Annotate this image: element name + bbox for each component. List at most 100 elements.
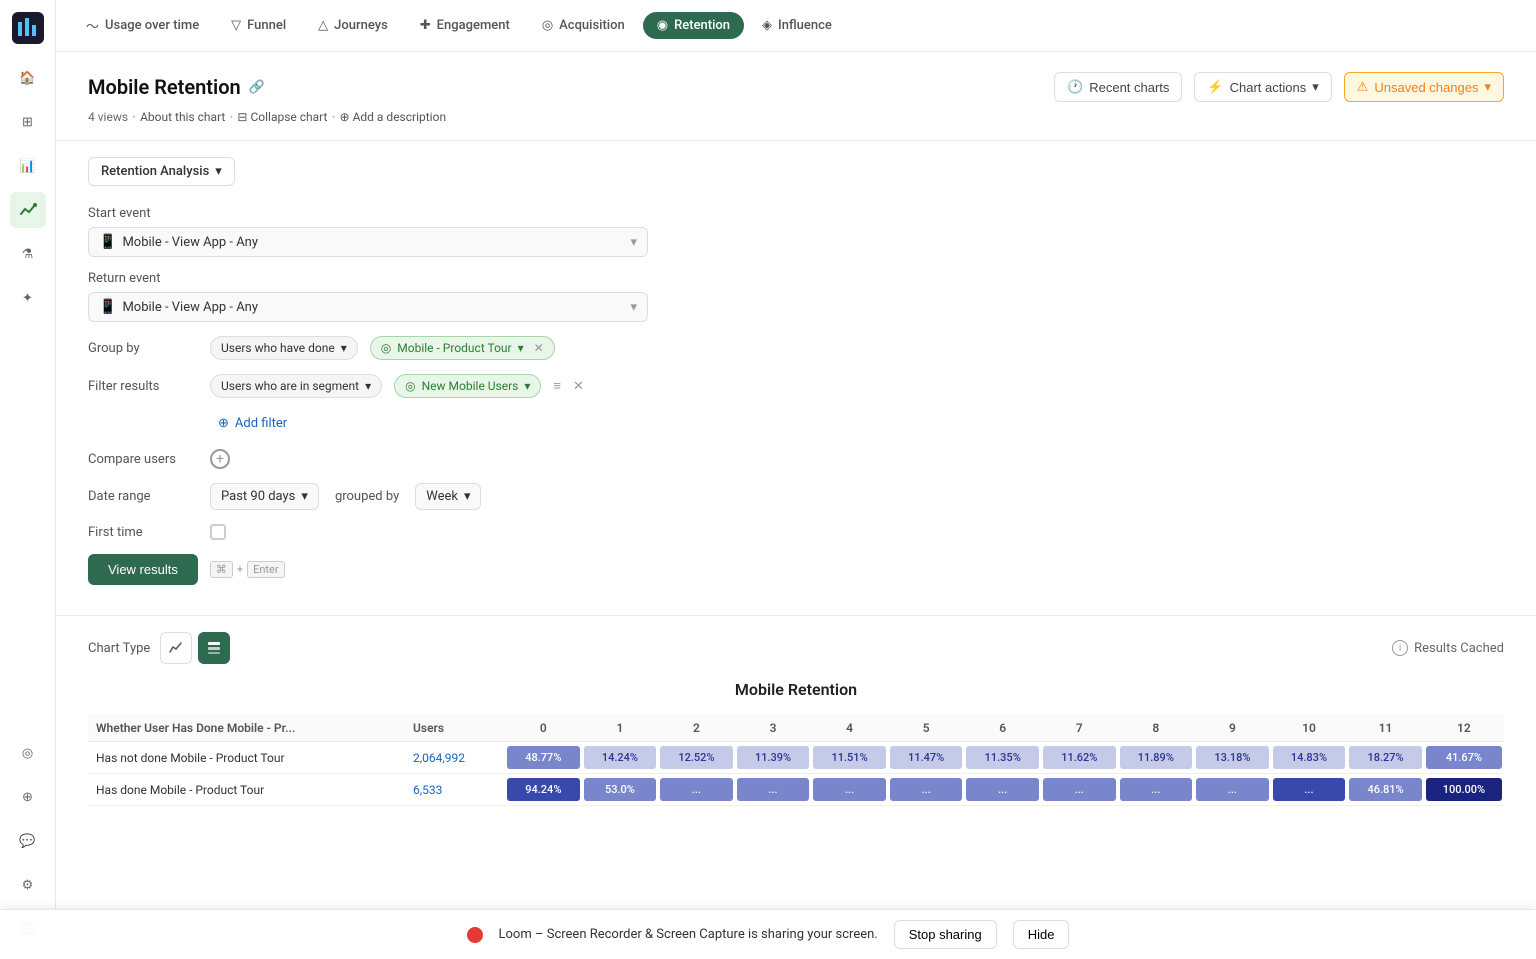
compare-users-add[interactable]: + — [210, 449, 230, 469]
col-header-4: 4 — [811, 715, 888, 742]
ret-cell: ... — [1043, 778, 1116, 801]
filter-results-close[interactable]: ✕ — [573, 379, 584, 394]
grouped-by-select[interactable]: Week ▾ — [415, 483, 481, 510]
tab-journeys[interactable]: △ Journeys — [304, 12, 402, 39]
group-by-tag[interactable]: ◎ Mobile - Product Tour ▾ ✕ — [370, 336, 555, 360]
kbd-cmd: ⌘ — [210, 561, 233, 578]
ret-cell: 13.18% — [1196, 746, 1269, 769]
tab-influence[interactable]: ◈ Influence — [748, 12, 846, 39]
ret-cell: ... — [890, 778, 963, 801]
chevron-down-icon: ▾ — [1312, 79, 1319, 95]
plus-circle-icon: ⊕ — [340, 110, 350, 124]
ret-cell: 48.77% — [507, 746, 580, 769]
sidebar-charts[interactable]: 📊 — [10, 148, 46, 184]
analysis-type-selector[interactable]: Retention Analysis ▾ — [88, 157, 235, 186]
cell-ret-0-11: 18.27% — [1347, 742, 1424, 774]
warning-icon: ⚠ — [1357, 79, 1369, 95]
filter-results-select[interactable]: Users who are in segment ▾ — [210, 374, 382, 398]
sidebar-nodes[interactable]: ✦ — [10, 280, 46, 316]
ret-cell: 11.51% — [813, 746, 886, 769]
date-range-label: Date range — [88, 489, 198, 504]
cell-ret-0-6: 11.35% — [964, 742, 1041, 774]
col-header-segment: Whether User Has Done Mobile - Pr... — [88, 715, 405, 742]
group-by-select[interactable]: Users who have done ▾ — [210, 336, 358, 360]
tab-engagement[interactable]: ✚ Engagement — [406, 12, 524, 39]
cell-ret-0-9: 13.18% — [1194, 742, 1271, 774]
filter-results-tag[interactable]: ◎ New Mobile Users ▾ — [394, 374, 541, 398]
sidebar-flask[interactable]: ⚗ — [10, 236, 46, 272]
group-by-label: Group by — [88, 341, 198, 356]
tab-usage-over-time[interactable]: 〜 Usage over time — [72, 10, 213, 41]
return-event-select-row: 📱 Mobile - View App - Any ▾ — [88, 292, 1504, 322]
ret-cell: 46.81% — [1349, 778, 1422, 801]
table-chart-button[interactable] — [198, 632, 230, 664]
clock-icon: 🕐 — [1067, 79, 1083, 95]
view-results-button[interactable]: View results — [88, 554, 198, 585]
page-title: Mobile Retention — [88, 75, 241, 99]
ret-cell: 53.0% — [584, 778, 657, 801]
start-event-select[interactable]: 📱 Mobile - View App - Any ▾ — [88, 227, 648, 257]
cell-users-0: 2,064,992 — [405, 742, 505, 774]
tab-funnel[interactable]: ▽ Funnel — [217, 12, 300, 39]
grouped-by-chevron: ▾ — [464, 489, 471, 504]
first-time-checkbox[interactable] — [210, 524, 226, 540]
influence-icon: ◈ — [762, 18, 772, 33]
col-header-8: 8 — [1118, 715, 1195, 742]
first-time-label: First time — [88, 525, 198, 540]
tab-retention[interactable]: ◉ Retention — [643, 12, 744, 39]
group-by-row: Group by Users who have done ▾ ◎ Mobile … — [88, 336, 1504, 360]
page-header: Mobile Retention 🔗 🕐 Recent charts ⚡ Cha… — [56, 52, 1536, 110]
loom-record-icon — [467, 927, 483, 943]
funnel-icon: ▽ — [231, 18, 241, 33]
filter-results-label: Filter results — [88, 379, 198, 394]
sidebar-activity[interactable]: ◎ — [10, 735, 46, 771]
col-header-5: 5 — [888, 715, 965, 742]
sidebar-messages[interactable]: 💬 — [10, 823, 46, 859]
ret-cell: 11.35% — [966, 746, 1039, 769]
ret-cell: 41.67% — [1426, 746, 1502, 769]
tab-acquisition[interactable]: ◎ Acquisition — [528, 12, 639, 39]
app-logo[interactable] — [12, 12, 44, 44]
cell-ret-1-8: ... — [1118, 774, 1195, 806]
link-icon[interactable]: 🔗 — [249, 80, 265, 95]
top-nav: 〜 Usage over time ▽ Funnel △ Journeys ✚ … — [56, 0, 1536, 52]
cell-ret-0-3: 11.39% — [735, 742, 812, 774]
results-header: Chart Type — [88, 632, 1504, 664]
cell-ret-1-12: 100.00% — [1424, 774, 1504, 806]
return-event-chevron: ▾ — [630, 300, 637, 315]
unsaved-changes-button[interactable]: ⚠ Unsaved changes ▾ — [1344, 72, 1504, 102]
page-area: Mobile Retention 🔗 🕐 Recent charts ⚡ Cha… — [56, 52, 1536, 959]
sidebar-database[interactable]: ⊕ — [10, 779, 46, 815]
col-header-1: 1 — [582, 715, 659, 742]
cell-ret-1-4: ... — [811, 774, 888, 806]
return-event-select[interactable]: 📱 Mobile - View App - Any ▾ — [88, 292, 648, 322]
sidebar-settings[interactable]: ⚙ — [10, 867, 46, 903]
filter-results-chevron: ▾ — [365, 379, 371, 393]
sidebar-home[interactable]: 🏠 — [10, 60, 46, 96]
cell-ret-1-2: ... — [658, 774, 735, 806]
date-range-select[interactable]: Past 90 days ▾ — [210, 483, 319, 510]
cell-ret-1-10: ... — [1271, 774, 1348, 806]
results-area: Chart Type — [56, 615, 1536, 822]
group-by-tag-chevron: ▾ — [518, 341, 524, 355]
recent-charts-button[interactable]: 🕐 Recent charts — [1054, 72, 1182, 102]
loom-hide-button[interactable]: Hide — [1013, 920, 1070, 949]
chart-actions-button[interactable]: ⚡ Chart actions ▾ — [1194, 72, 1331, 102]
collapse-chart-link[interactable]: ⊟ Collapse chart — [237, 110, 327, 124]
add-filter-button[interactable]: ⊕ Add filter — [210, 412, 295, 435]
cell-ret-0-12: 41.67% — [1424, 742, 1504, 774]
sidebar-growth[interactable] — [10, 192, 46, 228]
chart-type-label: Chart Type — [88, 641, 150, 656]
group-by-tag-close[interactable]: ✕ — [534, 341, 544, 355]
line-chart-button[interactable] — [160, 632, 192, 664]
loom-stop-sharing-button[interactable]: Stop sharing — [894, 920, 997, 949]
cell-label-1: Has done Mobile - Product Tour — [88, 774, 405, 806]
usage-icon: 〜 — [86, 16, 99, 35]
ret-cell: 11.39% — [737, 746, 810, 769]
retention-table-container: Whether User Has Done Mobile - Pr... Use… — [88, 715, 1504, 806]
sidebar-apps[interactable]: ⊞ — [10, 104, 46, 140]
about-chart-link[interactable]: About this chart — [140, 110, 225, 124]
dropdown-icon: ▾ — [215, 164, 222, 179]
add-description-link[interactable]: ⊕ Add a description — [340, 110, 447, 124]
col-header-9: 9 — [1194, 715, 1271, 742]
